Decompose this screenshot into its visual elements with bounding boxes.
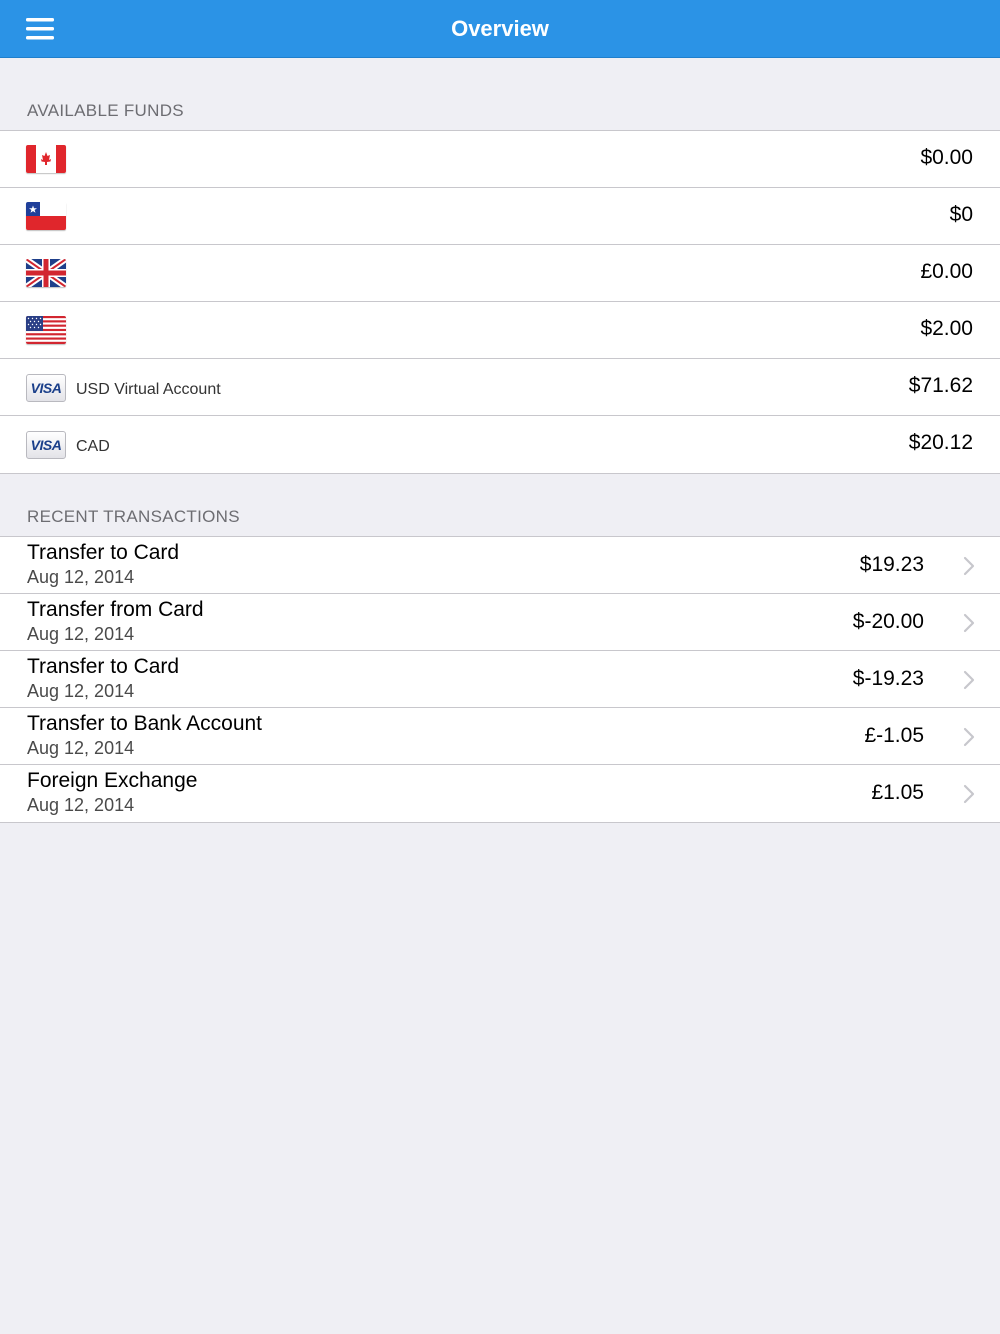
fund-amount: $2.00 <box>920 317 973 340</box>
fund-row-cad-card[interactable]: VISA CAD $20.12 <box>0 416 1000 473</box>
chile-flag-icon <box>26 202 66 230</box>
transaction-amount: £-1.05 <box>864 724 924 747</box>
recent-transactions-list: Transfer to Card Aug 12, 2014 $19.23 Tra… <box>0 536 1000 823</box>
chevron-right-icon <box>963 727 975 747</box>
navigation-bar: Overview <box>0 0 1000 58</box>
transaction-title: Foreign Exchange <box>27 769 198 792</box>
available-funds-list: $0.00 $0 £0.00 $2.00 VISA USD Virtual Ac… <box>0 130 1000 474</box>
transaction-date: Aug 12, 2014 <box>27 681 135 701</box>
transaction-row[interactable]: Transfer to Card Aug 12, 2014 $-19.23 <box>0 651 1000 708</box>
chevron-right-icon <box>963 613 975 633</box>
transaction-title: Transfer from Card <box>27 598 204 621</box>
transaction-title: Transfer to Card <box>27 541 180 564</box>
recent-transactions-header: RECENT TRANSACTIONS <box>27 507 240 526</box>
fund-label: CAD <box>76 438 110 455</box>
fund-row-usd[interactable]: $2.00 <box>0 302 1000 359</box>
fund-row-usd-virtual-account[interactable]: VISA USD Virtual Account $71.62 <box>0 359 1000 416</box>
fund-label: USD Virtual Account <box>76 381 221 398</box>
transaction-row[interactable]: Foreign Exchange Aug 12, 2014 £1.05 <box>0 765 1000 822</box>
transaction-date: Aug 12, 2014 <box>27 738 135 758</box>
transaction-row[interactable]: Transfer to Bank Account Aug 12, 2014 £-… <box>0 708 1000 765</box>
fund-amount: $20.12 <box>908 431 973 454</box>
transaction-amount: $19.23 <box>859 553 924 576</box>
transaction-row[interactable]: Transfer from Card Aug 12, 2014 $-20.00 <box>0 594 1000 651</box>
fund-amount: $71.62 <box>908 374 973 397</box>
fund-amount: £0.00 <box>920 260 973 283</box>
fund-row-gbp[interactable]: £0.00 <box>0 245 1000 302</box>
uk-flag-icon <box>26 259 66 287</box>
transaction-amount: $-19.23 <box>852 667 924 690</box>
transaction-date: Aug 12, 2014 <box>27 624 135 644</box>
fund-amount: $0 <box>949 203 973 226</box>
transaction-row[interactable]: Transfer to Card Aug 12, 2014 $19.23 <box>0 537 1000 594</box>
transaction-date: Aug 12, 2014 <box>27 795 135 815</box>
us-flag-icon <box>26 316 66 344</box>
transaction-amount: £1.05 <box>871 781 924 804</box>
fund-row-cad[interactable]: $0.00 <box>0 131 1000 188</box>
fund-row-clp[interactable]: $0 <box>0 188 1000 245</box>
chevron-right-icon <box>963 784 975 804</box>
visa-card-icon: VISA <box>26 431 66 459</box>
transaction-title: Transfer to Card <box>27 655 180 678</box>
chevron-right-icon <box>963 556 975 576</box>
visa-card-icon: VISA <box>26 374 66 402</box>
transaction-amount: $-20.00 <box>852 610 924 633</box>
fund-amount: $0.00 <box>920 146 973 169</box>
page-title: Overview <box>451 16 549 41</box>
canada-flag-icon <box>26 145 66 173</box>
transaction-title: Transfer to Bank Account <box>27 712 263 735</box>
transaction-date: Aug 12, 2014 <box>27 567 135 587</box>
chevron-right-icon <box>963 670 975 690</box>
available-funds-header: AVAILABLE FUNDS <box>27 101 184 120</box>
